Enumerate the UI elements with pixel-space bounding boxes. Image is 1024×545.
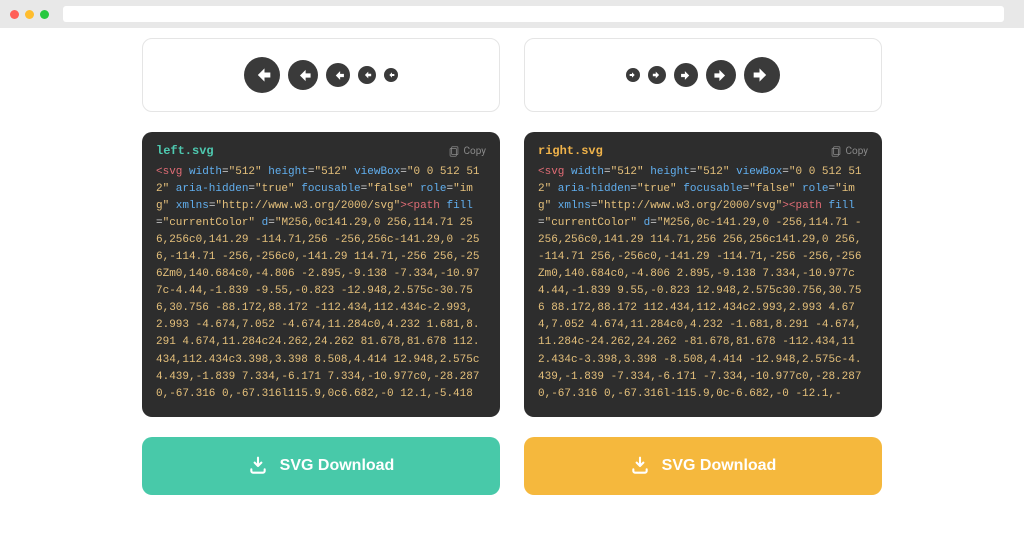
copy-icon — [449, 146, 459, 157]
arrow-right-icon — [629, 71, 637, 79]
preview-card-left — [142, 38, 500, 112]
window-min-dot[interactable] — [25, 10, 34, 19]
page-body: left.svg Copy <svg width="512" height="5… — [0, 28, 1024, 545]
code-header-left: left.svg Copy — [156, 144, 486, 158]
arrow-left-preview — [244, 57, 280, 93]
filename-left: left.svg — [156, 144, 214, 158]
arrow-left-icon — [362, 70, 372, 80]
copy-button-left[interactable]: Copy — [449, 146, 486, 157]
copy-button-right[interactable]: Copy — [831, 146, 868, 157]
arrow-left-preview — [358, 66, 376, 84]
url-bar[interactable] — [63, 6, 1004, 22]
filename-right: right.svg — [538, 144, 603, 158]
copy-label-right: Copy — [845, 146, 868, 157]
download-label-right: SVG Download — [662, 457, 777, 475]
arrow-right-preview — [626, 68, 640, 82]
download-icon — [630, 456, 650, 476]
download-button-left[interactable]: SVG Download — [142, 437, 500, 495]
arrow-left-preview — [326, 63, 350, 87]
preview-row — [142, 38, 882, 112]
browser-chrome — [0, 0, 1024, 28]
arrow-right-preview — [648, 66, 666, 84]
code-card-right: right.svg Copy <svg width="512" height="… — [524, 132, 882, 417]
arrow-left-preview — [384, 68, 398, 82]
arrow-left-icon — [332, 69, 345, 82]
code-body-right[interactable]: <svg width="512" height="512" viewBox="0… — [538, 164, 868, 403]
arrow-right-preview — [674, 63, 698, 87]
code-header-right: right.svg Copy — [538, 144, 868, 158]
window-max-dot[interactable] — [40, 10, 49, 19]
download-icon — [248, 456, 268, 476]
code-card-left: left.svg Copy <svg width="512" height="5… — [142, 132, 500, 417]
copy-label-left: Copy — [463, 146, 486, 157]
arrow-right-preview — [706, 60, 736, 90]
code-row: left.svg Copy <svg width="512" height="5… — [142, 132, 882, 417]
arrow-right-icon — [652, 70, 662, 80]
arrow-right-icon — [752, 65, 772, 85]
arrow-left-icon — [295, 67, 312, 84]
download-button-right[interactable]: SVG Download — [524, 437, 882, 495]
arrow-right-icon — [713, 67, 730, 84]
preview-card-right — [524, 38, 882, 112]
arrow-right-icon — [680, 69, 693, 82]
arrow-right-preview — [744, 57, 780, 93]
arrow-left-preview — [288, 60, 318, 90]
download-label-left: SVG Download — [280, 457, 395, 475]
arrow-left-icon — [252, 65, 272, 85]
arrow-left-icon — [387, 71, 395, 79]
code-body-left[interactable]: <svg width="512" height="512" viewBox="0… — [156, 164, 486, 403]
download-row: SVG Download SVG Download — [142, 437, 882, 495]
copy-icon — [831, 146, 841, 157]
window-close-dot[interactable] — [10, 10, 19, 19]
